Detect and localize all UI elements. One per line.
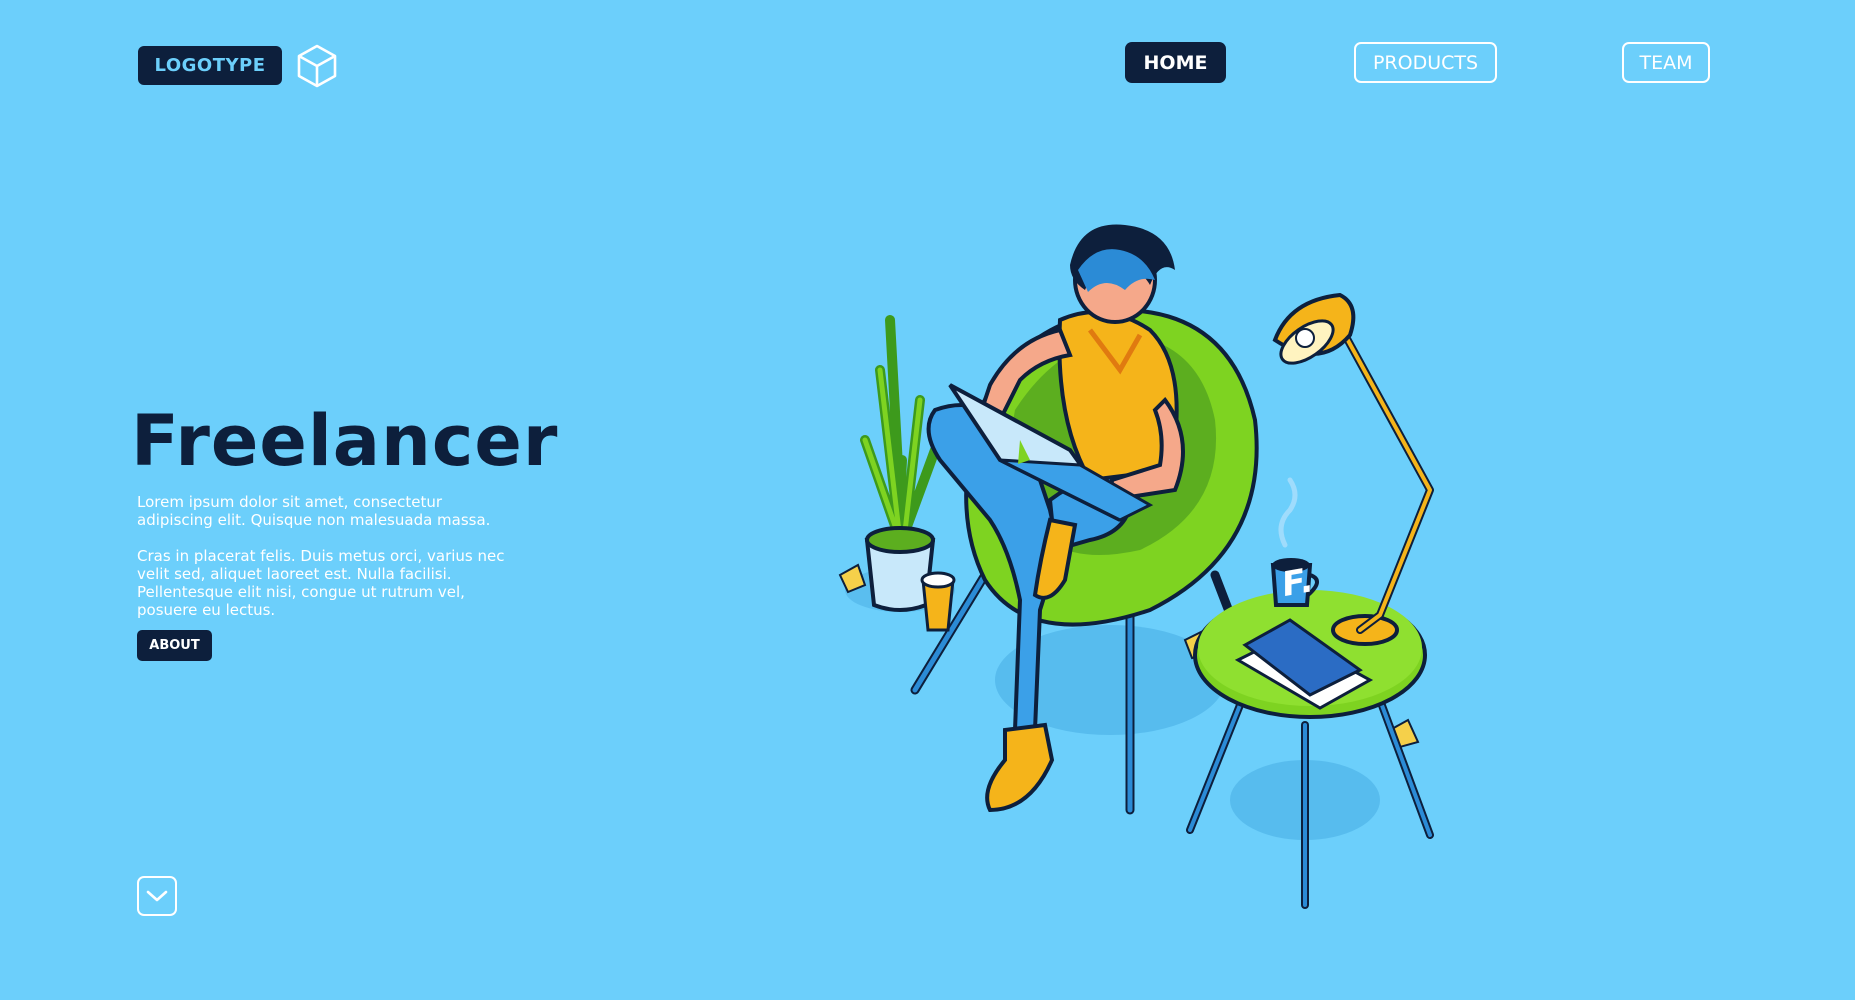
hero-paragraph-1: Lorem ipsum dolor sit amet, consectetur … [137, 493, 491, 529]
coffee-cup [920, 571, 956, 632]
logo-button[interactable]: LOGOTYPE [138, 46, 282, 85]
page-title: Freelancer [131, 400, 559, 482]
cube-icon [297, 44, 337, 88]
nav-home-button[interactable]: HOME [1125, 42, 1226, 83]
person-head [1070, 224, 1175, 324]
about-button[interactable]: ABOUT [137, 630, 212, 661]
nav-products-label: PRODUCTS [1372, 51, 1479, 74]
logo-label: LOGOTYPE [154, 55, 266, 76]
document-letter: F. [1282, 560, 1313, 605]
shoe [985, 722, 1055, 813]
nav-home-label: HOME [1143, 51, 1208, 74]
chevron-down-icon [146, 890, 168, 902]
hero-paragraph-2: Cras in placerat felis. Duis metus orci,… [137, 547, 505, 619]
nav-products-button[interactable]: PRODUCTS [1354, 42, 1497, 83]
nav-team-button[interactable]: TEAM [1622, 42, 1710, 83]
freelancer-illustration: F. [838, 224, 1434, 909]
plant [860, 315, 940, 612]
scroll-down-button[interactable] [137, 876, 177, 916]
nav-team-label: TEAM [1639, 51, 1693, 74]
about-label: ABOUT [149, 638, 200, 653]
